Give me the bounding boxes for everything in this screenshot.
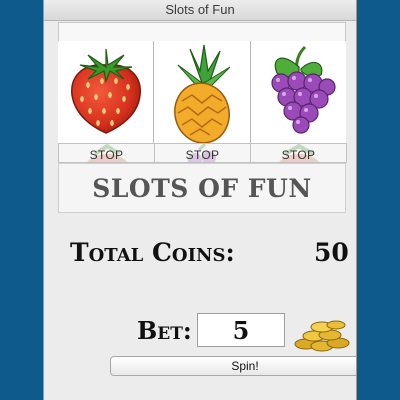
window-title: Slots of Fun [44,0,356,21]
stop-button-1-label: STOP [89,148,124,162]
spin-button[interactable]: Spin! [110,356,356,376]
strawberry-icon [71,48,141,134]
app-window: Slots of Fun STOP STOP STOP SLOTS OF FUN… [44,0,356,400]
reel-area [58,41,346,143]
reel-1 [58,41,155,143]
stop-button-2[interactable]: STOP [154,143,251,163]
game-title: SLOTS OF FUN [92,174,312,203]
bet-label: Bet: [137,316,192,345]
grapes-icon [271,45,336,134]
stop-button-3[interactable]: STOP [250,143,347,163]
stop-button-3-label: STOP [281,148,316,162]
reel-top-strip [58,22,346,42]
reel-3 [251,41,346,143]
total-coins-value: 50 [314,238,349,267]
reel-2 [154,41,251,143]
stop-button-2-label: STOP [185,148,220,162]
stop-button-1[interactable]: STOP [58,143,155,163]
total-coins-label: Total Coins: [70,238,235,267]
pineapple-icon [174,44,231,143]
game-title-panel: SLOTS OF FUN [58,163,346,213]
stop-button-row: STOP STOP STOP [58,143,347,163]
bet-input[interactable] [197,313,285,347]
coin-pile-icon [294,320,350,352]
